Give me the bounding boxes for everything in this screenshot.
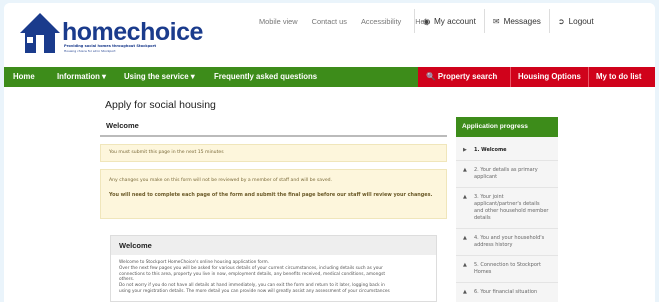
nav-housing-options[interactable]: Housing Options — [518, 67, 581, 87]
application-progress-panel: Application progress ▶ 1. Welcome ▲ 2. Y… — [456, 117, 558, 302]
arrow-up-icon: ▲ — [463, 167, 467, 173]
arrow-right-icon: ▶ — [463, 147, 467, 153]
timer-notice-text: You must submit this page in the next 15… — [109, 150, 224, 155]
progress-step-connection[interactable]: ▲ 5. Connection to Stockport Homes — [456, 256, 558, 283]
search-icon: 🔍 — [426, 72, 436, 81]
complete-notice-text: You will need to complete each page of t… — [109, 192, 433, 198]
mobile-view-link[interactable]: Mobile view — [259, 17, 298, 26]
progress-step-label: 6. Your financial situation — [474, 289, 538, 295]
progress-step-primary-applicant[interactable]: ▲ 2. Your details as primary applicant — [456, 161, 558, 188]
welcome-text-line: using your registration details. The mor… — [119, 288, 390, 294]
nav-property-search-label: Property search — [437, 72, 498, 81]
nav-divider — [510, 67, 511, 87]
my-account-label: My account — [433, 16, 476, 26]
progress-step-address-history[interactable]: ▲ 4. You and your household's address hi… — [456, 229, 558, 256]
arrow-up-icon: ▲ — [463, 235, 467, 241]
nav-todo-list[interactable]: My to do list — [596, 67, 641, 87]
progress-step-label: 1. Welcome — [474, 147, 507, 153]
house-logo-icon — [20, 13, 60, 53]
messages-label: Messages — [503, 16, 541, 26]
account-bar: ◉ My account ✉ Messages ➲ Logout — [414, 9, 602, 33]
section-tab-bar: Welcome — [100, 117, 447, 137]
review-notice: Any changes you make on this form will n… — [100, 169, 447, 219]
envelope-icon: ✉ — [492, 16, 500, 26]
site-header: homechoice Providing social homes throug… — [4, 3, 655, 67]
progress-step-label: 3. Your joint applicant/partner's detail… — [474, 194, 549, 221]
brand-name: homechoice — [62, 18, 203, 46]
application-form: Welcome You must submit this page in the… — [100, 117, 447, 302]
arrow-up-icon: ▲ — [463, 262, 467, 268]
progress-step-label: 2. Your details as primary applicant — [474, 167, 538, 180]
welcome-card: Welcome Welcome to Stockport HomeChoice'… — [110, 235, 437, 302]
contact-us-link[interactable]: Contact us — [312, 17, 347, 26]
arrow-up-icon: ▲ — [463, 194, 467, 200]
nav-property-search[interactable]: 🔍 Property search — [426, 67, 497, 87]
user-circle-icon: ◉ — [423, 16, 430, 26]
brand-subtagline: Housing choice for all in Stockport — [64, 49, 116, 53]
progress-title: Application progress — [456, 117, 558, 137]
nav-divider — [588, 67, 589, 87]
arrow-up-icon: ▲ — [463, 289, 467, 295]
welcome-text-line: Over the next few pages you will be aske… — [119, 265, 383, 271]
page-content: Apply for social housing Welcome You mus… — [4, 87, 655, 302]
progress-step-label: 5. Connection to Stockport Homes — [474, 262, 541, 275]
main-nav: Home Information ▾ Using the service ▾ F… — [4, 67, 655, 87]
page-title: Apply for social housing — [105, 99, 216, 111]
progress-step-welcome[interactable]: ▶ 1. Welcome — [456, 141, 558, 161]
welcome-card-title: Welcome — [111, 236, 436, 255]
brand-tagline: Providing social homes throughout Stockp… — [64, 44, 157, 48]
browser-frame: homechoice Providing social homes throug… — [4, 3, 655, 302]
progress-steps: ▶ 1. Welcome ▲ 2. Your details as primar… — [456, 137, 558, 302]
changes-notice-text: Any changes you make on this form will n… — [109, 178, 333, 183]
tab-welcome[interactable]: Welcome — [106, 121, 139, 130]
homechoice-logo[interactable]: homechoice Providing social homes throug… — [18, 11, 203, 55]
logout-icon: ➲ — [557, 16, 565, 26]
my-account-button[interactable]: ◉ My account — [414, 9, 484, 33]
logout-label: Logout — [568, 16, 594, 26]
progress-step-financial[interactable]: ▲ 6. Your financial situation — [456, 283, 558, 302]
nav-using-service[interactable]: Using the service ▾ — [124, 67, 195, 87]
progress-step-joint-applicant[interactable]: ▲ 3. Your joint applicant/partner's deta… — [456, 188, 558, 229]
nav-home[interactable]: Home — [13, 67, 35, 87]
timer-notice: You must submit this page in the next 15… — [100, 144, 447, 162]
welcome-text-line: connections to this area, property you l… — [119, 271, 386, 277]
messages-button[interactable]: ✉ Messages — [483, 9, 549, 33]
welcome-card-body: Welcome to Stockport HomeChoice's online… — [111, 255, 436, 300]
nav-faq[interactable]: Frequently asked questions — [214, 67, 317, 87]
logout-button[interactable]: ➲ Logout — [548, 9, 602, 33]
progress-step-label: 4. You and your household's address hist… — [474, 235, 545, 248]
accessibility-link[interactable]: Accessibility — [361, 17, 401, 26]
nav-information[interactable]: Information ▾ — [57, 67, 106, 87]
